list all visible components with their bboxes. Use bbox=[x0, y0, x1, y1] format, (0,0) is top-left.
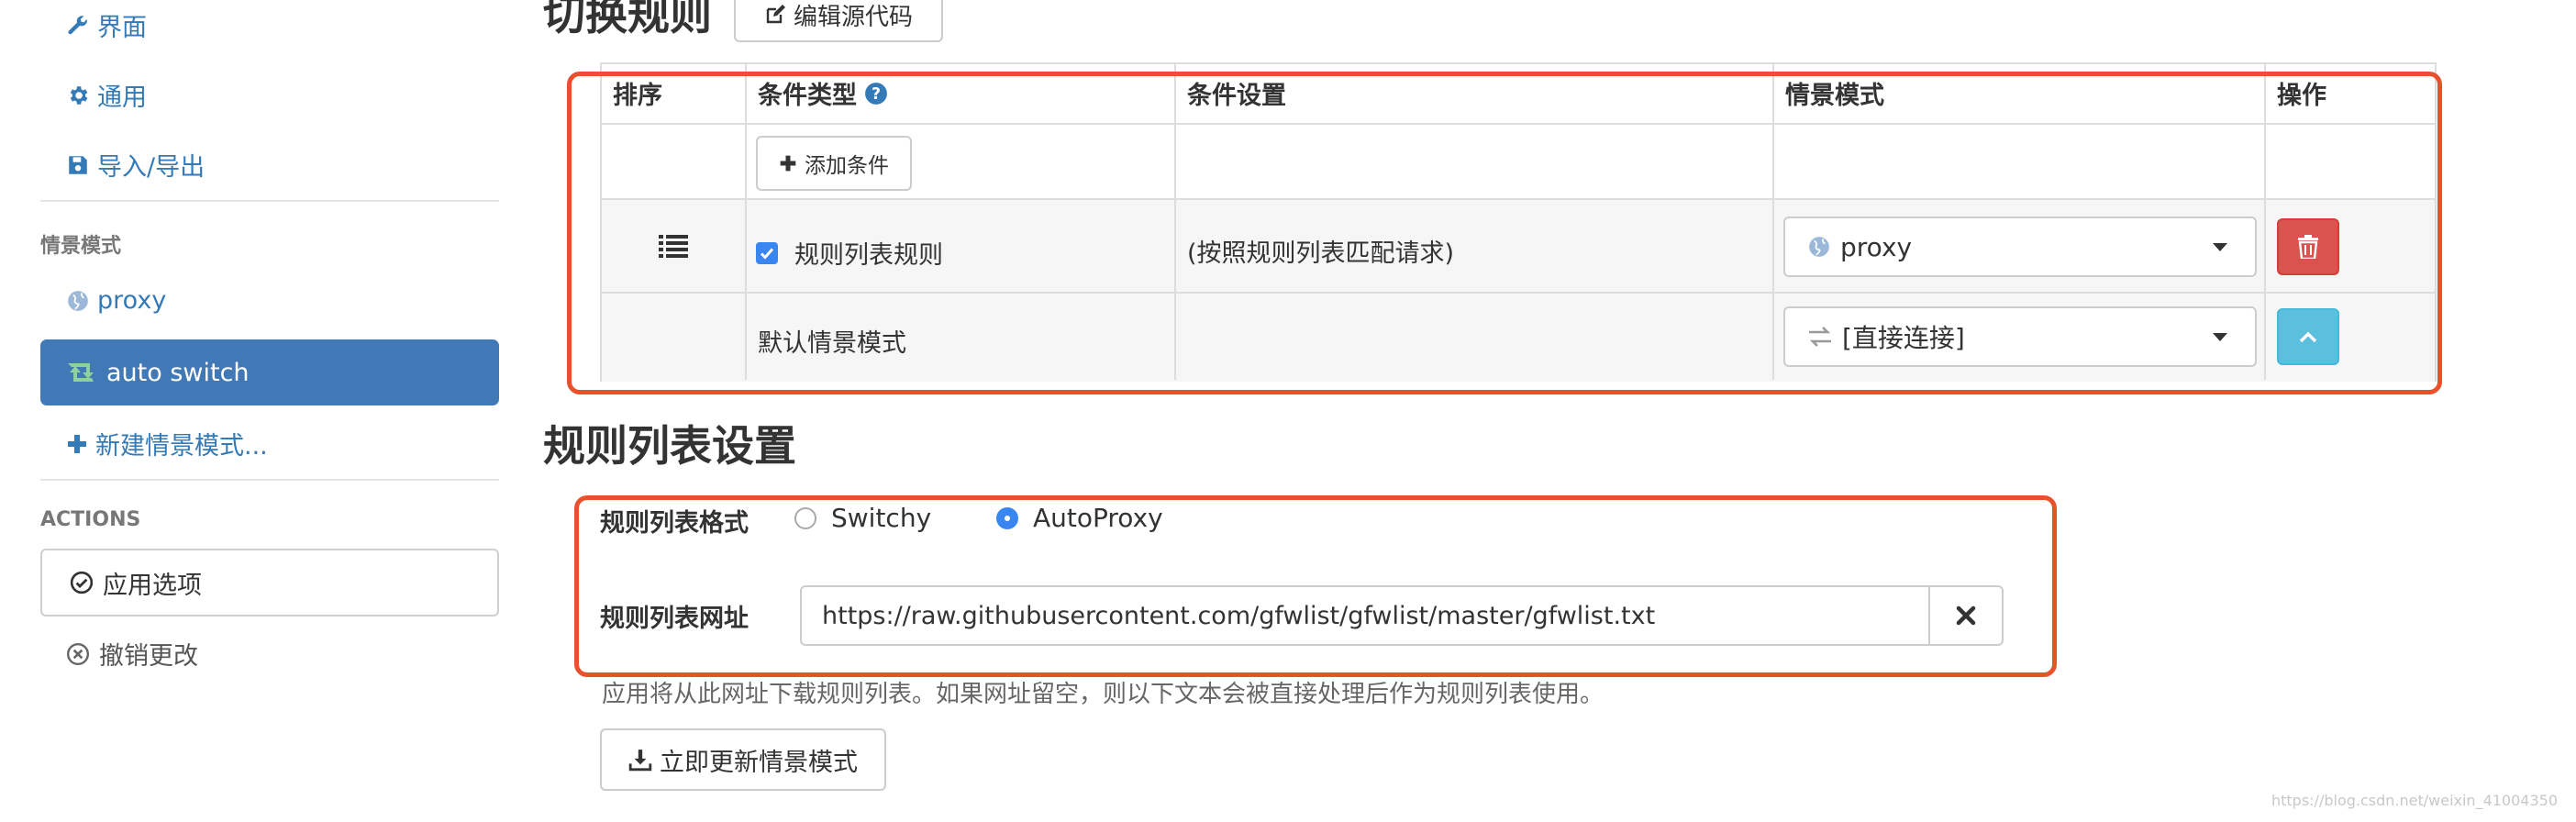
rule-profile-select[interactable]: proxy bbox=[1783, 217, 2257, 277]
discard-changes-link[interactable]: 撤销更改 bbox=[66, 636, 198, 672]
table-divider bbox=[745, 64, 747, 380]
sidebar-item-general[interactable]: 通用 bbox=[66, 77, 147, 113]
radio-selected-icon bbox=[996, 506, 1018, 529]
question-icon[interactable]: ? bbox=[864, 82, 888, 106]
condition-type-checkbox-group: 规则列表规则 bbox=[756, 235, 943, 271]
default-profile-value: [直接连接] bbox=[1842, 323, 1965, 353]
radio-icon bbox=[794, 506, 816, 529]
sidebar-item-label: 界面 bbox=[97, 14, 147, 42]
add-condition-label: 添加条件 bbox=[805, 154, 889, 178]
table-divider bbox=[602, 123, 2435, 125]
chevron-down-icon bbox=[2213, 243, 2227, 251]
svg-text:?: ? bbox=[872, 84, 881, 103]
format-label: AutoProxy bbox=[1033, 503, 1163, 533]
apply-options-button[interactable]: 应用选项 bbox=[40, 549, 499, 616]
edit-source-label: 编辑源代码 bbox=[793, 3, 913, 31]
new-profile-label: 新建情景模式... bbox=[95, 432, 268, 461]
column-header-condition-details: 条件设置 bbox=[1187, 82, 1286, 110]
delete-rule-button[interactable] bbox=[2277, 218, 2339, 275]
new-profile-link[interactable]: 新建情景模式... bbox=[66, 426, 268, 461]
sidebar-item-auto-switch[interactable]: auto switch bbox=[40, 339, 499, 405]
sidebar-item-label: proxy bbox=[97, 286, 167, 315]
sidebar-item-label: 导入/导出 bbox=[97, 153, 205, 182]
format-label: Switchy bbox=[831, 503, 932, 533]
column-header-actions: 操作 bbox=[2277, 82, 2326, 110]
sidebar-item-proxy[interactable]: proxy bbox=[66, 286, 166, 315]
column-header-profile: 情景模式 bbox=[1785, 82, 1884, 110]
exchange-icon bbox=[1809, 327, 1831, 347]
sidebar-divider bbox=[40, 479, 499, 481]
add-condition-button[interactable]: 添加条件 bbox=[756, 136, 912, 191]
check-circle-icon bbox=[70, 571, 94, 594]
rule-list-settings-title: 规则列表设置 bbox=[543, 421, 796, 471]
remove-circle-icon bbox=[66, 642, 90, 665]
rule-profile-value: proxy bbox=[1840, 231, 1913, 262]
table-divider bbox=[602, 292, 2435, 294]
actions-heading: ACTIONS bbox=[40, 508, 141, 531]
edit-source-button[interactable]: 编辑源代码 bbox=[734, 0, 943, 42]
watermark: https://blog.csdn.net/weixin_41004350 bbox=[2271, 792, 2558, 809]
format-radio-switchy[interactable]: Switchy bbox=[794, 503, 931, 533]
globe-icon bbox=[1809, 237, 1829, 257]
update-profile-button[interactable]: 立即更新情景模式 bbox=[600, 728, 886, 791]
rule-list-url-input[interactable] bbox=[802, 587, 1932, 644]
plus-icon bbox=[68, 434, 86, 453]
checkbox-checked-icon[interactable] bbox=[756, 241, 778, 264]
chevron-up-icon bbox=[2299, 331, 2317, 343]
sidebar-item-label: 通用 bbox=[97, 83, 147, 112]
update-profile-label: 立即更新情景模式 bbox=[660, 748, 858, 777]
edit-icon bbox=[766, 5, 785, 24]
apply-options-label: 应用选项 bbox=[103, 571, 202, 600]
table-divider bbox=[602, 198, 2435, 200]
sidebar-item-interface[interactable]: 界面 bbox=[66, 7, 147, 43]
wrench-icon bbox=[68, 15, 87, 34]
profiles-heading: 情景模式 bbox=[40, 235, 122, 258]
default-profile-select[interactable]: [直接连接] bbox=[1783, 306, 2257, 367]
trash-icon bbox=[2298, 235, 2318, 259]
sidebar-divider bbox=[40, 200, 499, 202]
move-up-button[interactable] bbox=[2277, 308, 2339, 365]
clear-url-button[interactable] bbox=[1928, 587, 2002, 644]
retweet-icon bbox=[68, 363, 94, 382]
discard-changes-label: 撤销更改 bbox=[99, 642, 198, 671]
column-header-label: 条件类型 bbox=[758, 82, 857, 110]
globe-icon bbox=[68, 290, 88, 311]
format-radio-autoproxy[interactable]: AutoProxy bbox=[996, 503, 1163, 533]
close-icon bbox=[1956, 605, 1976, 626]
rule-list-url-label: 规则列表网址 bbox=[600, 605, 749, 633]
save-icon bbox=[69, 155, 87, 174]
condition-details-text: (按照规则列表匹配请求) bbox=[1187, 239, 1455, 268]
column-header-order: 排序 bbox=[613, 82, 662, 110]
condition-type-label: 规则列表规则 bbox=[794, 241, 943, 270]
switch-rules-title: 切换规则 bbox=[543, 0, 712, 39]
rule-list-help-text: 应用将从此网址下载规则列表。如果网址留空，则以下文本会被直接处理后作为规则列表使… bbox=[602, 681, 1604, 708]
table-divider bbox=[2264, 64, 2266, 380]
chevron-down-icon bbox=[2213, 333, 2227, 341]
plus-icon bbox=[780, 155, 796, 172]
table-divider bbox=[1174, 64, 1176, 380]
rule-list-url-group bbox=[800, 585, 2004, 646]
switch-rules-table: 排序 条件类型 ? 条件设置 情景模式 操作 添加条件 规则列表规则 (按照规则… bbox=[600, 62, 2437, 382]
column-header-condition-type: 条件类型 ? bbox=[758, 75, 888, 111]
rule-list-format-label: 规则列表格式 bbox=[600, 509, 749, 538]
table-divider bbox=[1772, 64, 1774, 380]
gear-icon bbox=[70, 85, 88, 105]
sidebar-item-label: auto switch bbox=[106, 358, 250, 387]
drag-handle-icon[interactable] bbox=[659, 233, 688, 259]
sidebar-item-import-export[interactable]: 导入/导出 bbox=[66, 147, 205, 183]
default-profile-label: 默认情景模式 bbox=[758, 329, 906, 358]
download-icon bbox=[628, 750, 652, 772]
